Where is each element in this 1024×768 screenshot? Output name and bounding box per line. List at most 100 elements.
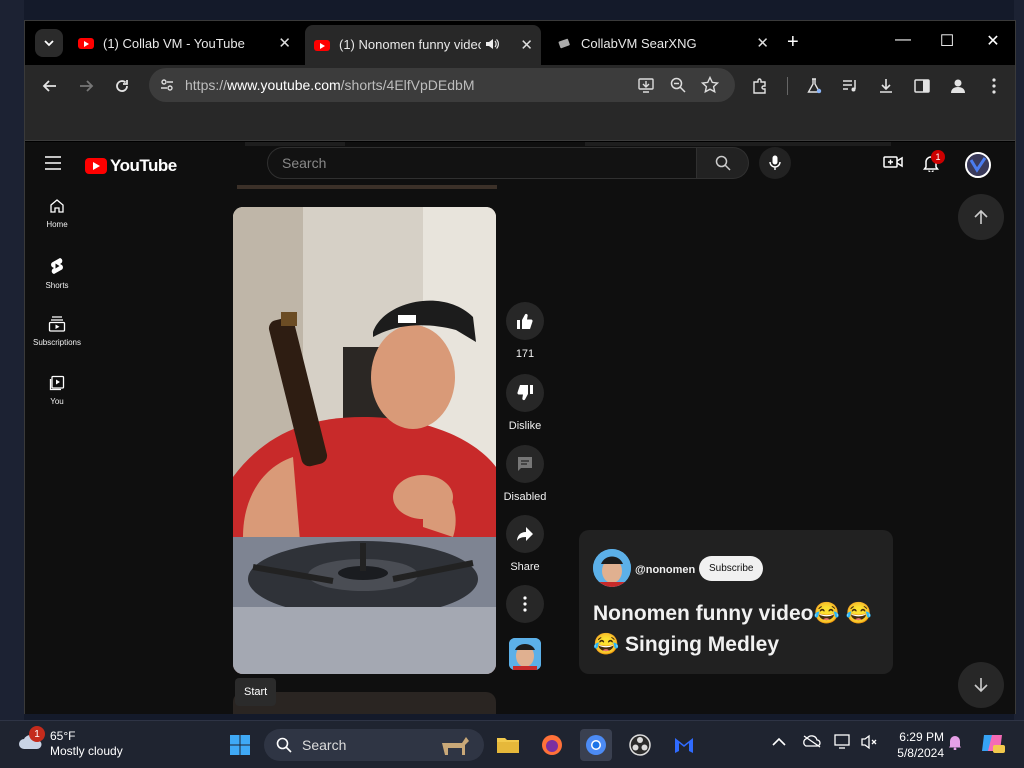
close-icon[interactable]: ✕ (520, 36, 533, 54)
like-action[interactable]: 171 (503, 302, 547, 360)
youtube-page: YouTube 1 (25, 142, 1015, 714)
like-button[interactable] (506, 302, 544, 340)
weather-temperature: 65°F (50, 729, 76, 743)
close-icon[interactable]: ✕ (278, 34, 291, 52)
labs-button[interactable] (803, 75, 825, 97)
file-explorer-app[interactable] (492, 729, 524, 761)
taskbar-search[interactable]: Search (264, 729, 484, 761)
previous-short-thumbnail (237, 185, 497, 189)
sidebar-item-label: You (50, 397, 64, 406)
weather-widget[interactable]: 1 65°F Mostly cloudy (18, 726, 123, 759)
bookmark-bar (25, 107, 1015, 141)
account-avatar[interactable] (965, 152, 991, 178)
thumbs-up-icon (517, 313, 533, 329)
start-button[interactable] (224, 729, 256, 761)
show-hidden-icons-chevron[interactable] (772, 734, 786, 750)
search-input[interactable] (268, 148, 696, 178)
system-clock[interactable]: 6:29 PM 5/8/2024 (884, 729, 944, 761)
windows-taskbar: 1 65°F Mostly cloudy Search 6:29 PM 5/8/… (0, 720, 1024, 768)
share-action[interactable]: Share (503, 515, 547, 573)
more-button[interactable] (506, 585, 544, 623)
malwarebytes-icon (675, 738, 693, 753)
taskbar-search-label: Search (302, 737, 347, 753)
browser-menu-button[interactable] (983, 75, 1005, 97)
arrow-up-icon (974, 209, 988, 224)
bookmark-star-icon[interactable] (699, 74, 721, 96)
tab-collab-vm-youtube[interactable]: (1) Collab VM - YouTube ✕ (69, 27, 299, 59)
network-icon[interactable] (834, 734, 852, 753)
start-tooltip: Start (235, 678, 277, 706)
side-panel-button[interactable] (911, 75, 933, 97)
firefox-app[interactable] (536, 729, 568, 761)
notification-bell-icon[interactable] (948, 734, 962, 753)
channel-avatar[interactable] (593, 549, 631, 587)
tab-title: CollabVM SearXNG (581, 35, 697, 51)
next-short-button[interactable] (958, 662, 1004, 708)
copilot-icon[interactable] (980, 731, 1006, 758)
download-icon (880, 79, 892, 93)
sidebar-item-label: Subscriptions (32, 338, 82, 347)
searxng-icon (555, 34, 573, 52)
create-video-icon[interactable] (883, 154, 903, 175)
downloads-button[interactable] (875, 75, 897, 97)
profile-button[interactable] (947, 75, 969, 97)
chrome-app[interactable] (580, 729, 612, 761)
more-actions[interactable] (503, 585, 547, 623)
shorts-icon (51, 258, 63, 274)
sidebar-item-subscriptions[interactable]: Subscriptions (25, 316, 89, 366)
onedrive-icon[interactable] (802, 734, 822, 751)
volume-muted-icon[interactable] (860, 734, 878, 753)
maximize-button[interactable]: ☐ (935, 31, 959, 51)
short-title: Nonomen funny video😂 😂 😂 Singing Medley (593, 602, 872, 656)
obs-app[interactable] (624, 729, 656, 761)
previous-short-edge (245, 142, 345, 146)
minimize-button[interactable]: — (891, 31, 915, 49)
search-button[interactable] (697, 147, 749, 179)
youtube-icon (77, 34, 95, 52)
chrome-icon (586, 735, 606, 755)
speaker-icon[interactable] (485, 38, 499, 53)
video-frame-image (233, 207, 496, 674)
channel-handle[interactable]: @nonomen (635, 564, 695, 576)
youtube-logo[interactable]: YouTube (85, 156, 177, 176)
tab-nonomen-video[interactable]: (1) Nonomen funny video😂 ✕ (305, 25, 541, 65)
sidebar-item-shorts[interactable]: Shorts (25, 257, 89, 307)
close-icon[interactable]: ✕ (756, 34, 769, 52)
forward-button[interactable] (75, 75, 97, 97)
voice-search-button[interactable] (759, 147, 791, 179)
extensions-button[interactable] (749, 75, 771, 97)
sidebar-item-home[interactable]: Home (25, 198, 89, 248)
youtube-masthead: YouTube 1 (25, 142, 1015, 188)
dislike-button[interactable] (506, 374, 544, 412)
install-app-icon[interactable] (635, 74, 657, 96)
comments-action: Disabled (503, 445, 547, 503)
hamburger-menu-icon[interactable] (45, 156, 61, 175)
subscribe-button[interactable]: Subscribe (699, 556, 764, 581)
new-tab-button[interactable]: + (787, 31, 799, 54)
toolbar-divider (787, 77, 788, 95)
home-icon (50, 199, 64, 213)
sidebar-item-you[interactable]: You (25, 375, 89, 425)
tab-title: (1) Nonomen funny video😂 (339, 37, 481, 52)
arrow-down-icon (974, 678, 988, 693)
back-button[interactable] (39, 75, 61, 97)
malwarebytes-app[interactable] (668, 729, 700, 761)
desktop-left-edge (0, 0, 24, 720)
previous-short-button[interactable] (958, 194, 1004, 240)
channel-thumbnail[interactable] (509, 638, 541, 670)
zoom-icon[interactable] (667, 74, 689, 96)
media-control-button[interactable] (839, 75, 861, 97)
tab-search-button[interactable] (35, 29, 63, 57)
windows-logo-icon (230, 735, 250, 755)
site-info-icon[interactable] (159, 77, 175, 98)
share-button[interactable] (506, 515, 544, 553)
reload-button[interactable] (111, 75, 133, 97)
close-window-button[interactable]: ✕ (981, 31, 1005, 51)
short-video-player[interactable] (233, 207, 496, 674)
obs-icon (629, 734, 651, 756)
search-highlight-icon (442, 737, 469, 755)
share-label: Share (510, 561, 540, 573)
dislike-action[interactable]: Dislike (503, 374, 547, 432)
address-bar[interactable]: https://www.youtube.com/shorts/4ElfVpDEd… (149, 68, 735, 102)
tab-collabvm-searxng[interactable]: CollabVM SearXNG ✕ (547, 27, 777, 59)
